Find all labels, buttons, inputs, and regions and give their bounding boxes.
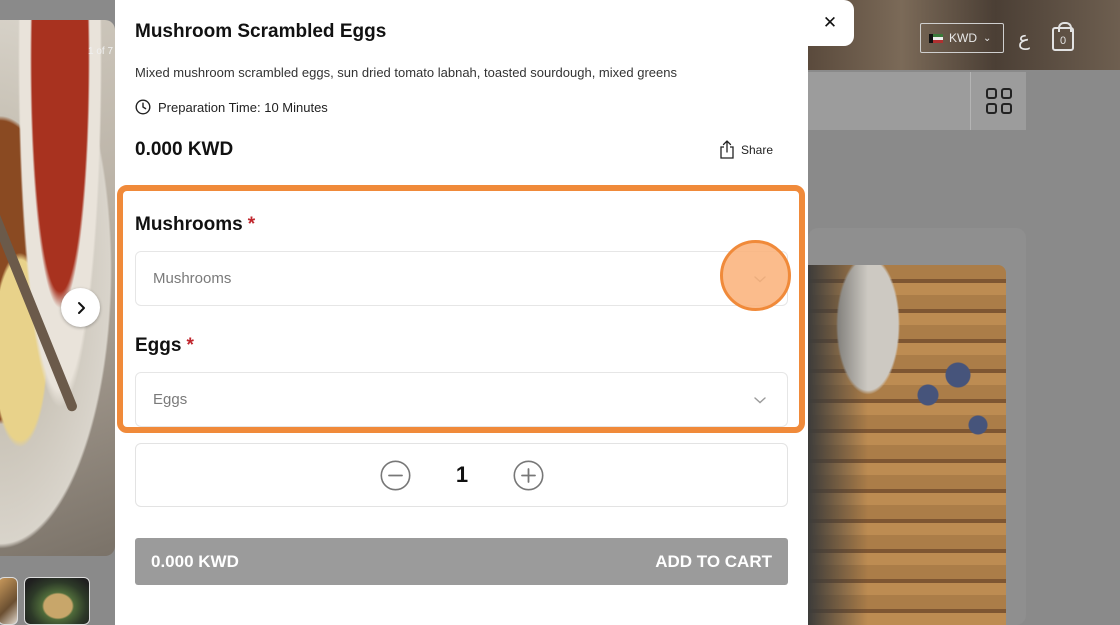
clock-icon	[135, 99, 151, 115]
grid-view-button[interactable]	[970, 72, 1026, 130]
cart-total: 0.000 KWD	[151, 551, 239, 571]
select-placeholder: Mushrooms	[153, 270, 232, 287]
chevron-right-icon	[77, 301, 85, 314]
grid-icon	[985, 88, 1012, 114]
add-to-cart-label: ADD TO CART	[655, 551, 772, 571]
share-icon	[720, 140, 734, 159]
prep-time-text: Preparation Time: 10 Minutes	[158, 99, 328, 115]
required-mark: *	[186, 335, 194, 356]
image-counter: 1 of 7	[88, 46, 114, 57]
click-indicator	[720, 240, 791, 311]
prep-time: Preparation Time: 10 Minutes	[135, 99, 328, 115]
eggs-select[interactable]: Eggs	[135, 372, 788, 427]
add-to-cart-button[interactable]: 0.000 KWD ADD TO CART	[135, 538, 788, 585]
option-label-mushrooms: Mushrooms *	[135, 214, 255, 236]
close-icon: ✕	[822, 13, 838, 32]
share-label: Share	[741, 142, 774, 157]
next-image-button[interactable]	[61, 288, 100, 327]
option-label-text: Mushrooms	[135, 214, 243, 235]
option-label-eggs: Eggs *	[135, 335, 194, 357]
cart-count: 0	[1059, 35, 1067, 47]
plus-circle-icon[interactable]	[513, 460, 544, 491]
select-placeholder: Eggs	[153, 391, 188, 408]
minus-circle-icon[interactable]	[380, 460, 411, 491]
option-label-text: Eggs	[135, 335, 182, 356]
product-price: 0.000 KWD	[135, 139, 234, 160]
mushrooms-select[interactable]: Mushrooms	[135, 251, 788, 306]
shopping-bag-icon[interactable]: 0	[1052, 22, 1074, 51]
kuwait-flag-icon	[929, 33, 943, 43]
chevron-down-icon: ⌄	[983, 32, 992, 44]
gallery-thumbnail[interactable]	[24, 577, 90, 625]
product-image: 1 of 7	[0, 20, 115, 556]
currency-label: KWD	[949, 31, 977, 45]
share-button[interactable]: Share	[719, 140, 773, 159]
currency-selector[interactable]: KWD ⌄	[920, 23, 1004, 53]
product-card-image	[808, 265, 1006, 625]
chevron-down-icon	[754, 397, 766, 404]
close-button[interactable]: ✕	[806, 0, 854, 46]
quantity-stepper: 1	[135, 443, 788, 507]
language-toggle[interactable]: ع	[1018, 26, 1030, 50]
required-mark: *	[247, 214, 256, 235]
gallery-thumbnail[interactable]	[0, 577, 18, 625]
product-description: Mixed mushroom scrambled eggs, sun dried…	[135, 65, 677, 80]
quantity-value: 1	[455, 462, 469, 487]
product-title: Mushroom Scrambled Eggs	[135, 21, 387, 42]
